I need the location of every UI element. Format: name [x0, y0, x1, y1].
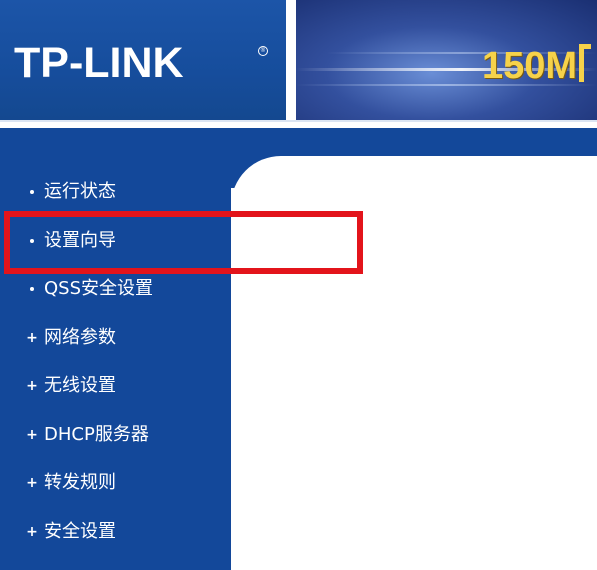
expand-plus-icon: +: [26, 378, 38, 395]
expand-plus-icon: +: [26, 426, 38, 443]
sidebar-item-label: 网络参数: [44, 326, 116, 348]
sidebar-item-label: 设置向导: [44, 229, 116, 251]
sidebar-item-dhcp[interactable]: + DHCP服务器: [0, 411, 231, 460]
expand-plus-icon: +: [26, 475, 38, 492]
product-banner: 150M: [296, 0, 597, 122]
banner-model-text: 150M: [482, 44, 592, 88]
sidebar-item-label: DHCP服务器: [44, 423, 149, 445]
logo-panel: TP-LINK ®: [0, 0, 286, 122]
sidebar-item-status[interactable]: 运行状态: [0, 168, 231, 217]
sidebar-item-label: 无线设置: [44, 375, 116, 397]
sidebar-item-security[interactable]: + 安全设置: [0, 508, 231, 557]
bullet-dot-icon: [26, 235, 38, 247]
sidebar-menu: 运行状态 设置向导 QSS安全设置 + 网络参数 + 无线设置 + DHCP服务…: [0, 168, 231, 556]
bullet-dot-icon: [26, 186, 38, 198]
sidebar-item-network[interactable]: + 网络参数: [0, 314, 231, 363]
header: TP-LINK ® 150M: [0, 0, 597, 122]
banner-model-number: 150M: [482, 45, 578, 87]
banner-cutoff-glyph: [579, 44, 592, 82]
sidebar-item-qss[interactable]: QSS安全设置: [0, 265, 231, 314]
header-divider: [0, 120, 597, 122]
bullet-dot-icon: [26, 283, 38, 295]
registered-mark: ®: [258, 46, 268, 56]
tp-link-logo[interactable]: TP-LINK: [14, 38, 184, 88]
sidebar-item-setup-wizard[interactable]: 设置向导: [0, 217, 231, 266]
sidebar-item-forwarding[interactable]: + 转发规则: [0, 459, 231, 508]
sidebar-item-label: 运行状态: [44, 181, 116, 203]
sidebar-item-label: 安全设置: [44, 520, 116, 542]
main-content: [231, 156, 597, 570]
sidebar-item-wireless[interactable]: + 无线设置: [0, 362, 231, 411]
sidebar-item-label: QSS安全设置: [44, 278, 154, 300]
expand-plus-icon: +: [26, 329, 38, 346]
content-rounded-corner: [231, 128, 291, 188]
sidebar-item-label: 转发规则: [44, 472, 116, 494]
expand-plus-icon: +: [26, 523, 38, 540]
